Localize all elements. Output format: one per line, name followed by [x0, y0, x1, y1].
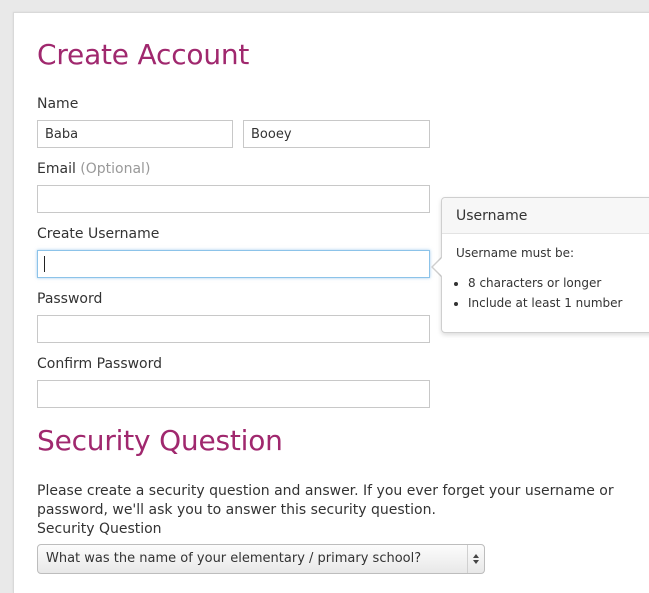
last-name-input[interactable]: [243, 120, 430, 148]
arrow-up-icon: [473, 554, 479, 558]
username-label: Create Username: [37, 226, 160, 242]
first-name-input[interactable]: [37, 120, 233, 148]
tooltip-rules-list: 8 characters or longer Include at least …: [456, 276, 649, 310]
tooltip-intro: Username must be:: [456, 246, 575, 260]
security-question-title: Security Question: [37, 424, 283, 457]
tooltip-rule: 8 characters or longer: [468, 276, 649, 290]
tooltip-header: Username: [442, 198, 649, 234]
arrow-down-icon: [473, 560, 479, 564]
tooltip-arrow-fill: [433, 258, 442, 276]
select-value: What was the name of your elementary / p…: [46, 551, 422, 566]
confirm-password-label: Confirm Password: [37, 356, 163, 372]
select-arrows-icon: [467, 545, 484, 573]
name-label: Name: [37, 96, 79, 112]
email-label-text: Email: [37, 161, 76, 177]
confirm-password-input[interactable]: [37, 380, 430, 408]
text-caret: [44, 256, 45, 272]
security-description: Please create a security question and an…: [37, 483, 614, 518]
email-optional-hint: (Optional): [80, 161, 151, 177]
username-tooltip: Username Username must be: 8 characters …: [441, 197, 649, 333]
security-question-select[interactable]: What was the name of your elementary / p…: [37, 544, 485, 574]
tooltip-rule: Include at least 1 number: [468, 296, 649, 310]
security-question-label: Security Question: [37, 521, 162, 537]
tooltip-body: Username must be: 8 characters or longer…: [442, 234, 649, 310]
username-input[interactable]: [37, 250, 430, 278]
email-input[interactable]: [37, 185, 430, 213]
password-label: Password: [37, 291, 103, 307]
password-input[interactable]: [37, 315, 430, 343]
create-account-title: Create Account: [37, 38, 250, 71]
email-label: Email (Optional): [37, 161, 150, 177]
